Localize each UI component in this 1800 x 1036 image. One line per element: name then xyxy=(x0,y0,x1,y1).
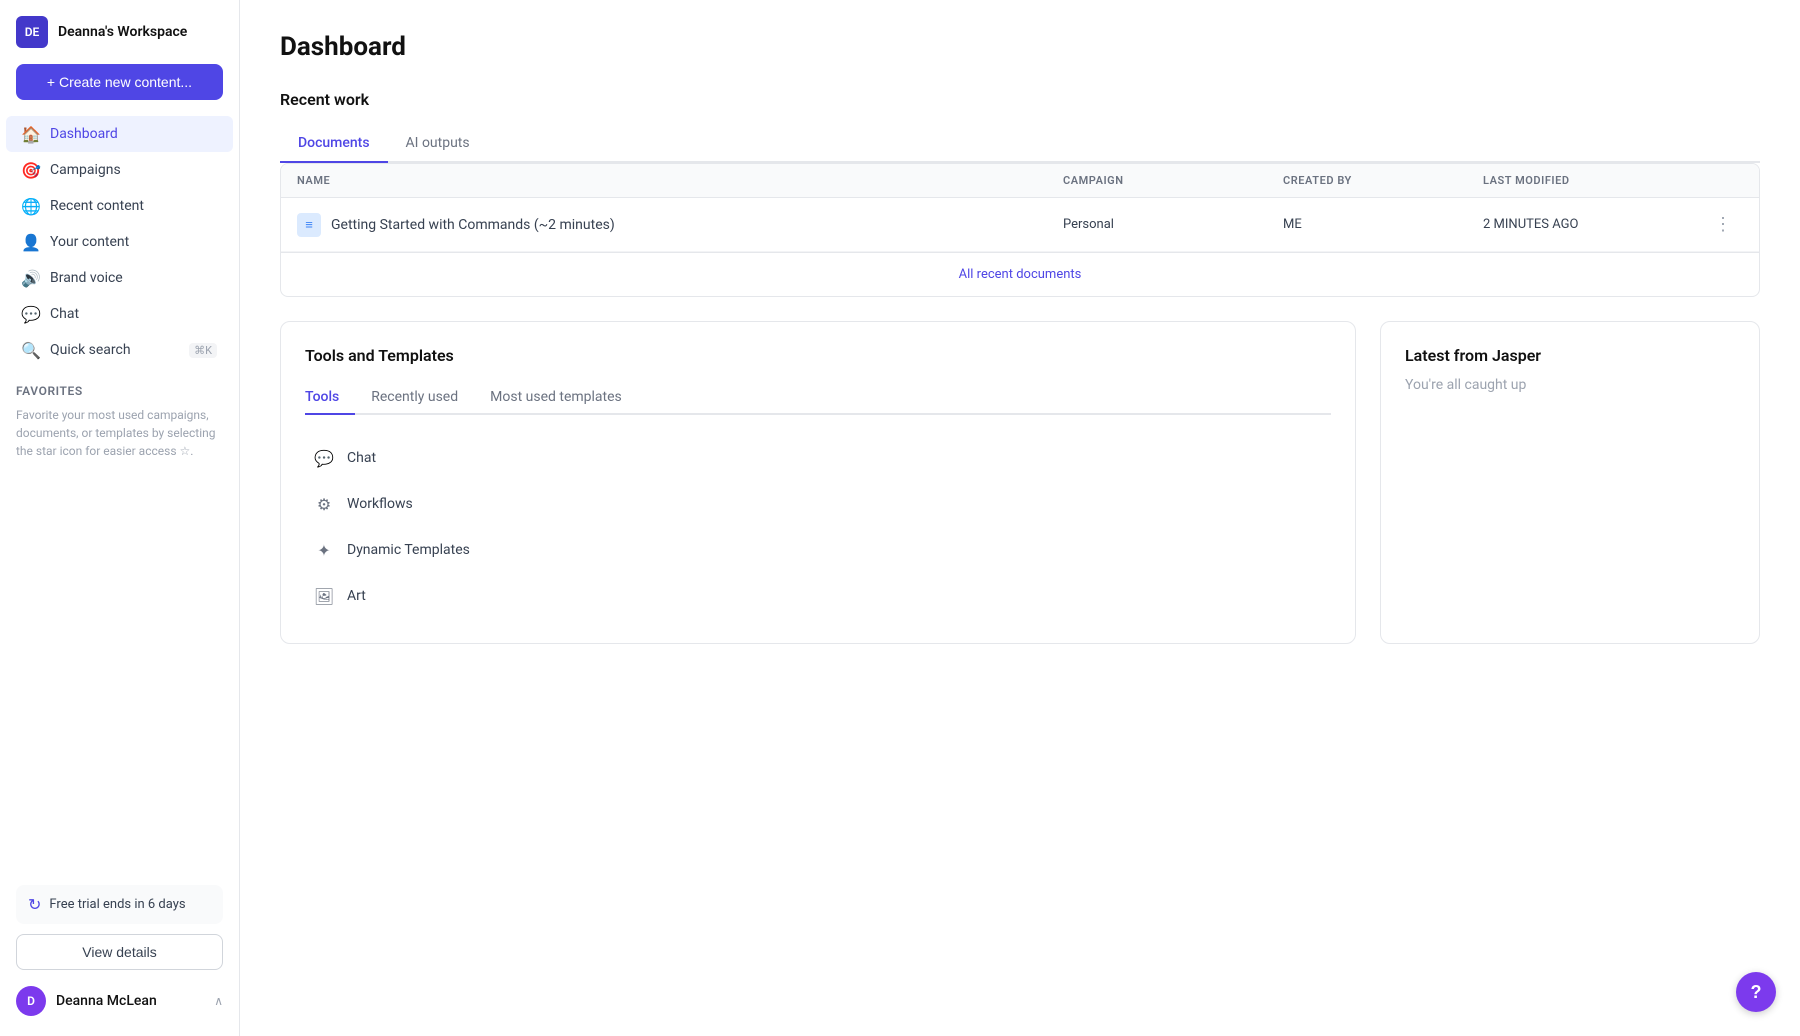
table-header: NAME CAMPAIGN CREATED BY LAST MODIFIED xyxy=(281,164,1759,198)
doc-name-cell: ≡ Getting Started with Commands (~2 minu… xyxy=(297,213,1063,237)
main-content: Dashboard Recent work Documents AI outpu… xyxy=(240,0,1800,1036)
help-button[interactable]: ? xyxy=(1736,972,1776,1012)
latest-from-jasper-panel: Latest from Jasper You're all caught up xyxy=(1380,321,1760,644)
sidebar-item-label: Chat xyxy=(50,306,79,322)
recent-work-title: Recent work xyxy=(280,90,1760,109)
col-name: NAME xyxy=(297,174,1063,187)
col-created-by: CREATED BY xyxy=(1283,174,1483,187)
tool-workflows[interactable]: ⚙ Workflows xyxy=(305,481,1331,527)
tab-documents[interactable]: Documents xyxy=(280,125,388,163)
tab-tools[interactable]: Tools xyxy=(305,381,355,415)
sidebar-item-campaigns[interactable]: 🎯 Campaigns xyxy=(6,152,233,188)
tools-tabs: Tools Recently used Most used templates xyxy=(305,381,1331,415)
tools-and-templates-panel: Tools and Templates Tools Recently used … xyxy=(280,321,1356,644)
tool-art-label: Art xyxy=(347,588,366,604)
sidebar-item-brand-voice[interactable]: 🔊 Brand voice xyxy=(6,260,233,296)
document-icon: ≡ xyxy=(297,213,321,237)
tool-art[interactable]: 🖼 Art xyxy=(305,573,1331,619)
sidebar-item-label: Brand voice xyxy=(50,270,123,286)
tool-chat[interactable]: 💬 Chat xyxy=(305,435,1331,481)
trial-banner: ↻ Free trial ends in 6 days xyxy=(16,885,223,924)
favorites-title: Favorites xyxy=(16,384,223,398)
doc-name: Getting Started with Commands (~2 minute… xyxy=(331,217,615,233)
your-content-icon: 👤 xyxy=(22,233,40,251)
favorites-hint: Favorite your most used campaigns, docum… xyxy=(16,406,223,460)
all-recent-documents-link[interactable]: All recent documents xyxy=(281,252,1759,296)
chevron-up-icon: ∧ xyxy=(214,994,223,1008)
sidebar-nav: 🏠 Dashboard 🎯 Campaigns 🌐 Recent content… xyxy=(0,116,239,368)
search-icon: 🔍 xyxy=(22,341,40,359)
caught-up-message: You're all caught up xyxy=(1405,377,1735,393)
workspace-avatar: DE xyxy=(16,16,48,48)
sidebar-bottom: ↻ Free trial ends in 6 days View details… xyxy=(0,869,239,1036)
col-last-modified: LAST MODIFIED xyxy=(1483,174,1703,187)
jasper-panel-title: Latest from Jasper xyxy=(1405,346,1735,365)
tool-chat-label: Chat xyxy=(347,450,376,466)
workflows-icon: ⚙ xyxy=(313,493,335,515)
favorites-section: Favorites Favorite your most used campai… xyxy=(0,368,239,468)
dashboard-icon: 🏠 xyxy=(22,125,40,143)
col-actions xyxy=(1703,174,1743,187)
recent-work-tabs: Documents AI outputs xyxy=(280,125,1760,163)
tab-most-used-templates[interactable]: Most used templates xyxy=(474,381,638,415)
tools-panel-title: Tools and Templates xyxy=(305,346,1331,365)
col-campaign: CAMPAIGN xyxy=(1063,174,1283,187)
sidebar-item-your-content[interactable]: 👤 Your content xyxy=(6,224,233,260)
tool-workflows-label: Workflows xyxy=(347,496,413,512)
tool-dynamic-templates[interactable]: ✦ Dynamic Templates xyxy=(305,527,1331,573)
sidebar-item-label: Recent content xyxy=(50,198,144,214)
campaigns-icon: 🎯 xyxy=(22,161,40,179)
create-new-content-button[interactable]: + Create new content... xyxy=(16,64,223,100)
sidebar-item-chat[interactable]: 💬 Chat xyxy=(6,296,233,332)
doc-campaign: Personal xyxy=(1063,217,1283,232)
shortcut-badge: ⌘K xyxy=(189,343,217,358)
row-more-button[interactable]: ⋮ xyxy=(1703,212,1743,237)
doc-last-modified: 2 MINUTES AGO xyxy=(1483,217,1703,232)
trial-icon: ↻ xyxy=(28,895,41,914)
sidebar-item-quick-search[interactable]: 🔍 Quick search ⌘K xyxy=(6,332,233,368)
dynamic-templates-icon: ✦ xyxy=(313,539,335,561)
sidebar-item-label: Quick search xyxy=(50,342,131,358)
brand-voice-icon: 🔊 xyxy=(22,269,40,287)
workspace-header[interactable]: DE Deanna's Workspace xyxy=(0,0,239,64)
user-row[interactable]: D Deanna McLean ∧ xyxy=(16,982,223,1020)
page-title: Dashboard xyxy=(280,32,1760,62)
sidebar-item-label: Your content xyxy=(50,234,129,250)
doc-created-by: ME xyxy=(1283,217,1483,232)
sidebar-item-label: Dashboard xyxy=(50,126,118,142)
view-details-button[interactable]: View details xyxy=(16,934,223,970)
trial-message: Free trial ends in 6 days xyxy=(49,897,185,912)
workspace-name: Deanna's Workspace xyxy=(58,24,187,40)
bottom-panels: Tools and Templates Tools Recently used … xyxy=(280,321,1760,644)
chat-tool-icon: 💬 xyxy=(313,447,335,469)
tab-recently-used[interactable]: Recently used xyxy=(355,381,474,415)
table-row[interactable]: ≡ Getting Started with Commands (~2 minu… xyxy=(281,198,1759,252)
sidebar-item-label: Campaigns xyxy=(50,162,121,178)
tab-ai-outputs[interactable]: AI outputs xyxy=(388,125,488,163)
chat-icon: 💬 xyxy=(22,305,40,323)
avatar: D xyxy=(16,986,46,1016)
tool-dynamic-templates-label: Dynamic Templates xyxy=(347,542,470,558)
recent-content-icon: 🌐 xyxy=(22,197,40,215)
recent-work-section: Recent work Documents AI outputs NAME CA… xyxy=(280,90,1760,297)
user-name: Deanna McLean xyxy=(56,993,157,1009)
sidebar-item-recent-content[interactable]: 🌐 Recent content xyxy=(6,188,233,224)
art-icon: 🖼 xyxy=(313,585,335,607)
documents-table: NAME CAMPAIGN CREATED BY LAST MODIFIED ≡… xyxy=(280,163,1760,297)
sidebar-item-dashboard[interactable]: 🏠 Dashboard xyxy=(6,116,233,152)
sidebar: DE Deanna's Workspace + Create new conte… xyxy=(0,0,240,1036)
